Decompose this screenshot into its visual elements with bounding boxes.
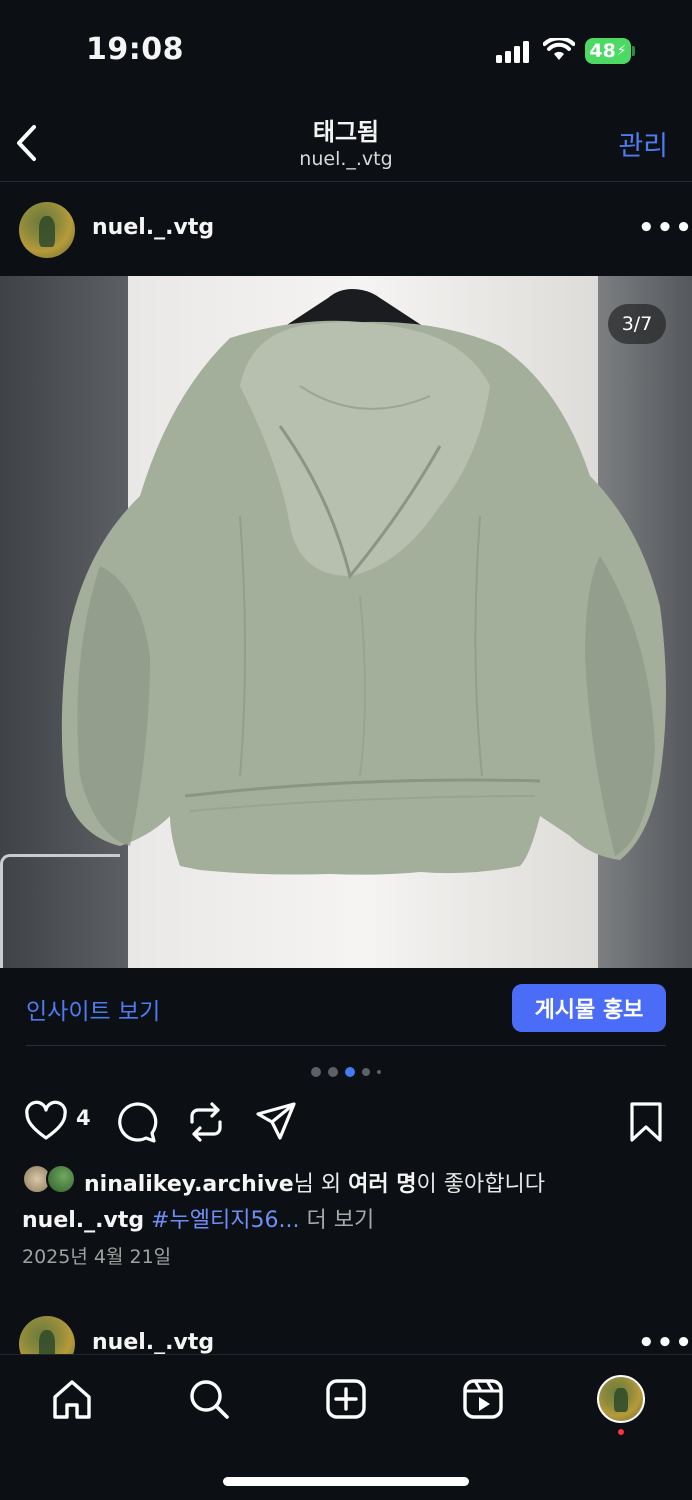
battery-tip: [632, 46, 635, 56]
page-subtitle: nuel._.vtg: [299, 148, 393, 170]
manage-button[interactable]: 관리: [618, 124, 668, 163]
wifi-icon: [543, 38, 575, 60]
notification-dot: [618, 1429, 624, 1435]
promote-post-button[interactable]: 게시물 홍보: [512, 984, 666, 1032]
carousel-indicator: [0, 1064, 692, 1080]
jacket-illustration: [61, 276, 667, 875]
insights-row: 인사이트 보기 게시물 홍보: [0, 968, 692, 1046]
repost-icon[interactable]: [184, 1100, 228, 1144]
post-caption: nuel._.vtg #누엘티지56... 더 보기: [22, 1202, 374, 1234]
create-icon[interactable]: [324, 1377, 368, 1421]
view-insights-link[interactable]: 인사이트 보기: [26, 992, 160, 1026]
liked-by-text: ninalikey.archive님 외 여러 명이 좋아합니다: [84, 1166, 545, 1198]
share-icon[interactable]: [254, 1100, 298, 1144]
liked-by-others[interactable]: 여러 명: [348, 1172, 416, 1197]
likes-summary[interactable]: ninalikey.archive님 외 여러 명이 좋아합니다: [22, 1164, 682, 1198]
battery-charging-icon: 48 ⚡: [585, 38, 631, 64]
liker-avatars: [22, 1164, 78, 1194]
avatar: [46, 1164, 76, 1194]
next-post-header: nuel._.vtg •••: [0, 1298, 692, 1354]
liked-by-username[interactable]: ninalikey.archive: [84, 1172, 294, 1197]
post-image[interactable]: 3/7: [0, 276, 692, 968]
caption-hashtag[interactable]: #누엘티지56...: [151, 1208, 299, 1233]
battery-level: 48: [589, 40, 616, 62]
profile-avatar[interactable]: [597, 1375, 645, 1423]
more-icon[interactable]: •••: [638, 213, 692, 243]
liked-by-suffix: 이 좋아합니다: [416, 1172, 545, 1197]
liked-by-suffix: 님 외: [293, 1172, 349, 1197]
image-counter: 3/7: [608, 304, 666, 344]
avatar[interactable]: [19, 1316, 75, 1354]
avatar[interactable]: [19, 202, 75, 258]
home-icon[interactable]: [50, 1377, 94, 1421]
reels-icon[interactable]: [461, 1377, 505, 1421]
carousel-dot: [362, 1068, 370, 1076]
post-actions: 4: [0, 1096, 692, 1146]
caption-username[interactable]: nuel._.vtg: [22, 1208, 144, 1233]
carousel-dot: [377, 1070, 381, 1074]
carousel-dot: [328, 1067, 338, 1077]
search-icon[interactable]: [187, 1377, 231, 1421]
cellular-signal-icon: [496, 41, 532, 63]
post-username[interactable]: nuel._.vtg: [92, 1330, 214, 1354]
carousel-dot-active: [345, 1067, 355, 1077]
bookmark-icon[interactable]: [628, 1100, 664, 1144]
like-count[interactable]: 4: [76, 1106, 91, 1130]
more-icon[interactable]: •••: [638, 1328, 692, 1354]
post-date: 2025년 4월 21일: [22, 1246, 172, 1268]
post-header: nuel._.vtg •••: [0, 183, 692, 275]
carousel-dot: [311, 1067, 321, 1077]
post-username[interactable]: nuel._.vtg: [92, 215, 214, 240]
page-title: 태그됨: [312, 118, 380, 146]
status-time: 19:08: [86, 32, 184, 67]
divider: [26, 1045, 666, 1046]
caption-more-link[interactable]: 더 보기: [306, 1208, 374, 1233]
tab-bar: [0, 1354, 692, 1500]
nav-bar: 태그됨 nuel._.vtg 관리: [0, 100, 692, 182]
comment-icon[interactable]: [114, 1100, 158, 1144]
heart-icon[interactable]: [24, 1100, 68, 1144]
status-bar: 19:08 48 ⚡: [0, 0, 692, 100]
home-indicator: [223, 1477, 469, 1486]
